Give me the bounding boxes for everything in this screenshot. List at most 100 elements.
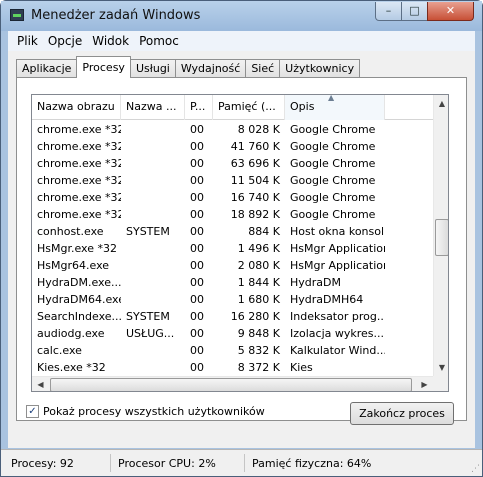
tab-wydajnosc[interactable]: Wydajność — [174, 59, 247, 78]
cell-mem: 8 372 K — [237, 361, 280, 374]
cell-mem: 1 844 K — [237, 276, 280, 289]
cell-mem: 41 760 K — [230, 140, 280, 153]
cell-mem: 11 504 K — [230, 174, 280, 187]
table-row[interactable]: calc.exe 00 5 832 K Kalkulator Wind... — [32, 342, 433, 359]
column-header-user[interactable]: Nazwa ... — [121, 95, 185, 120]
cell-desc: Host okna konsoli — [290, 225, 385, 238]
horizontal-scroll-thumb[interactable] — [50, 378, 412, 391]
show-all-processes-label[interactable]: Pokaż procesy wszystkich użytkowników — [43, 405, 265, 418]
column-header-cpu[interactable]: P... — [185, 95, 213, 120]
window-title: Menedżer zadań Windows — [31, 8, 201, 23]
table-row[interactable]: audiodg.exe USŁUG... 00 9 848 K Izolacja wyk… — [32, 325, 433, 342]
cell-mem: 16 280 K — [230, 310, 280, 323]
show-all-processes-option[interactable]: ✓ Pokaż procesy wszystkich użytkowników — [26, 405, 265, 418]
cell-user: SYSTEM — [126, 310, 170, 323]
cell-user — [121, 291, 185, 308]
column-headers: Nazwa obrazu Nazwa ... P... Pamięć (... … — [32, 95, 433, 120]
client-area: Aplikacje Procesy Usługi Wydajność Sieć … — [8, 51, 475, 448]
cell-mem: 1 496 K — [237, 242, 280, 255]
status-bar: Procesy: 92 Procesor CPU: 2% Pamięć fizy… — [1, 449, 482, 476]
cell-name: chrome.exe *32 — [37, 208, 121, 221]
cell-mem: 16 740 K — [230, 191, 280, 204]
cell-user — [121, 257, 185, 274]
table-row[interactable]: HsMgr.exe *32 00 1 496 K HsMgr Application — [32, 240, 433, 257]
title-bar[interactable]: Menedżer zadań Windows – □ ✕ — [1, 1, 482, 31]
tab-uslugi[interactable]: Usługi — [129, 59, 176, 78]
scroll-left-icon[interactable]: ◀ — [32, 377, 49, 391]
column-header-memory[interactable]: Pamięć (... — [213, 95, 285, 120]
table-row[interactable]: chrome.exe *32 00 18 892 K Google Chrome — [32, 206, 433, 223]
menu-pomoc[interactable]: Pomoc — [134, 34, 184, 48]
tab-aplikacje[interactable]: Aplikacje — [16, 59, 78, 78]
scroll-down-icon[interactable]: ▼ — [434, 359, 448, 376]
cell-desc: Google Chrome — [290, 140, 376, 153]
column-header-name[interactable]: Nazwa obrazu — [32, 95, 121, 120]
cell-cpu: 00 — [190, 191, 204, 204]
cell-desc: Izolacja wykres... — [290, 327, 385, 340]
status-processes: Procesy: 92 — [11, 457, 74, 470]
table-row[interactable]: chrome.exe *32 00 11 504 K Google Chrome — [32, 172, 433, 189]
status-separator — [110, 454, 111, 472]
resize-grip-icon[interactable]: ⋰ — [471, 464, 480, 474]
cell-name: audiodg.exe — [37, 327, 105, 340]
cell-desc: Google Chrome — [290, 123, 376, 136]
cell-cpu: 00 — [190, 361, 204, 374]
cell-cpu: 00 — [190, 293, 204, 306]
cell-name: chrome.exe *32 — [37, 157, 121, 170]
cell-desc: Kalkulator Wind... — [290, 344, 385, 357]
cell-desc: Google Chrome — [290, 157, 376, 170]
tab-procesy[interactable]: Procesy — [76, 56, 131, 78]
horizontal-scrollbar[interactable]: ◀ ▶ — [32, 376, 433, 391]
table-row[interactable]: Kies.exe *32 00 8 372 K Kies — [32, 359, 433, 376]
cell-cpu: 00 — [190, 157, 204, 170]
table-row[interactable]: HsMgr64.exe 00 2 080 K HsMgr Application — [32, 257, 433, 274]
cell-name: conhost.exe — [37, 225, 104, 238]
cell-desc: HydraDM — [290, 276, 341, 289]
close-button[interactable]: ✕ — [427, 2, 474, 21]
cell-mem: 9 848 K — [237, 327, 280, 340]
cell-desc: Indeksator prog... — [290, 310, 385, 323]
table-row[interactable]: chrome.exe *32 00 41 760 K Google Chrome — [32, 138, 433, 155]
table-row[interactable]: chrome.exe *32 00 63 696 K Google Chrome — [32, 155, 433, 172]
column-header-description[interactable]: Opis ▲ — [285, 95, 385, 120]
status-cpu: Procesor CPU: 2% — [118, 457, 216, 470]
cell-cpu: 00 — [190, 327, 204, 340]
vertical-scrollbar[interactable]: ▲ ▼ — [433, 95, 448, 376]
cell-user — [121, 138, 185, 155]
cell-user — [121, 274, 185, 291]
table-row[interactable]: chrome.exe *32 00 8 028 K Google Chrome — [32, 121, 433, 138]
cell-name: chrome.exe *32 — [37, 140, 121, 153]
tab-uzytkownicy[interactable]: Użytkownicy — [279, 59, 361, 78]
table-row[interactable]: chrome.exe *32 00 16 740 K Google Chrome — [32, 189, 433, 206]
cell-mem: 8 028 K — [237, 123, 280, 136]
cell-desc: HsMgr Application — [290, 242, 385, 255]
cell-desc: HydraDMH64 — [290, 293, 364, 306]
cell-user — [121, 155, 185, 172]
cell-name: HsMgr64.exe — [37, 259, 110, 272]
menu-opcje[interactable]: Opcje — [43, 34, 87, 48]
vertical-scroll-thumb[interactable] — [435, 219, 448, 256]
maximize-button[interactable]: □ — [401, 2, 428, 21]
cell-cpu: 00 — [190, 310, 204, 323]
process-list[interactable]: Nazwa obrazu Nazwa ... P... Pamięć (... … — [31, 94, 449, 392]
show-all-processes-checkbox[interactable]: ✓ — [26, 405, 39, 418]
cell-desc: Google Chrome — [290, 208, 376, 221]
table-row[interactable]: conhost.exe SYSTEM 00 884 K Host okna konsol… — [32, 223, 433, 240]
menu-plik[interactable]: Plik — [12, 34, 43, 48]
cell-cpu: 00 — [190, 208, 204, 221]
cell-mem: 63 696 K — [230, 157, 280, 170]
table-row[interactable]: HydraDM.exe... 00 1 844 K HydraDM — [32, 274, 433, 291]
cell-cpu: 00 — [190, 123, 204, 136]
cell-user — [121, 342, 185, 359]
scroll-up-icon[interactable]: ▲ — [434, 95, 448, 112]
end-process-button[interactable]: Zakończ proces — [350, 402, 454, 425]
table-row[interactable]: SearchIndexe... SYSTEM 00 16 280 K Indeksato… — [32, 308, 433, 325]
minimize-button[interactable]: – — [375, 2, 402, 21]
cell-desc: Google Chrome — [290, 174, 376, 187]
cell-name: HydraDM.exe... — [37, 276, 121, 289]
cell-desc: HsMgr Application — [290, 259, 385, 272]
table-row[interactable]: HydraDM64.exe 00 1 680 K HydraDMH64 — [32, 291, 433, 308]
scroll-right-icon[interactable]: ▶ — [416, 377, 433, 391]
tab-siec[interactable]: Sieć — [245, 59, 281, 78]
menu-widok[interactable]: Widok — [87, 34, 134, 48]
